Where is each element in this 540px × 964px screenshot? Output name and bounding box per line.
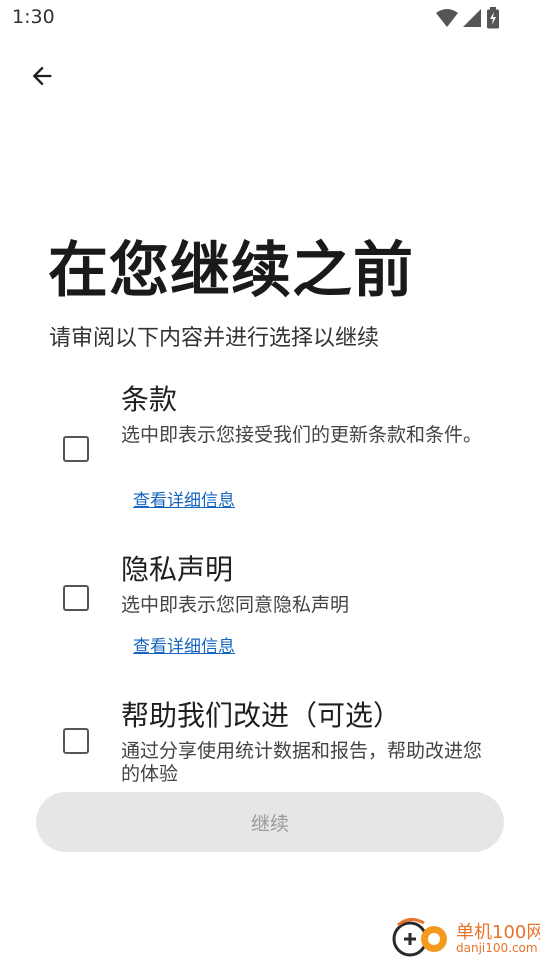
improve-description: 通过分享使用统计数据和报告，帮助改进您的体验	[121, 740, 483, 785]
watermark-url: danji100.com	[456, 941, 538, 955]
privacy-checkbox[interactable]	[63, 585, 89, 611]
terms-details-link[interactable]: 查看详细信息	[133, 486, 235, 511]
watermark-logo-icon	[390, 915, 452, 964]
privacy-title: 隐私声明	[121, 553, 234, 586]
status-icons	[436, 7, 500, 33]
arrow-back-icon	[28, 62, 56, 94]
back-button[interactable]	[24, 60, 60, 96]
status-bar: 1:30	[0, 0, 540, 36]
privacy-description: 选中即表示您同意隐私声明	[121, 594, 350, 616]
wifi-icon	[436, 8, 458, 32]
page-title: 在您继续之前	[48, 236, 414, 306]
improve-title: 帮助我们改进（可选）	[121, 699, 402, 732]
status-time: 1:30	[12, 6, 55, 28]
privacy-details-link[interactable]: 查看详细信息	[133, 632, 235, 657]
improve-checkbox[interactable]	[63, 728, 89, 754]
terms-title: 条款	[121, 383, 178, 416]
signal-icon	[462, 8, 482, 32]
terms-checkbox[interactable]	[63, 436, 89, 462]
continue-button[interactable]: 继续	[36, 792, 504, 852]
page-subtitle: 请审阅以下内容并进行选择以继续	[49, 326, 380, 351]
terms-description: 选中即表示您接受我们的更新条款和条件。	[121, 424, 483, 446]
battery-charging-icon	[486, 7, 500, 33]
watermark: 单机100网 danji100.com	[390, 915, 540, 960]
